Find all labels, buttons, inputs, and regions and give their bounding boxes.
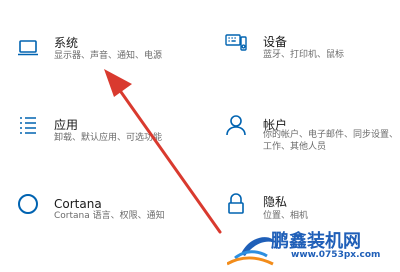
keyboard-devices-icon [224, 31, 248, 55]
tile-description: 蓝牙、打印机、鼠标 [263, 50, 345, 60]
tile-description: 位置、相机 [263, 211, 309, 221]
settings-tile-apps[interactable]: 应用 卸载、默认应用、可选功能 [0, 95, 210, 175]
person-icon [224, 113, 248, 137]
apps-list-icon [16, 113, 40, 137]
cortana-circle-icon [16, 192, 40, 216]
laptop-icon [16, 36, 40, 60]
settings-tile-devices[interactable]: 设备 蓝牙、打印机、鼠标 [210, 0, 400, 80]
tile-description: Cortana 语言、权限、通知 [54, 211, 165, 221]
settings-tile-accounts[interactable]: 帐户 你的帐户、电子邮件、同步设置、工作、其他人员 [210, 95, 400, 175]
tile-title: 应用 [54, 118, 79, 132]
settings-tile-privacy[interactable]: 隐私 位置、相机 [210, 180, 400, 260]
tile-description: 卸载、默认应用、可选功能 [54, 133, 163, 143]
tile-title: Cortana [54, 197, 102, 211]
settings-tile-system[interactable]: 系统 显示器、声音、通知、电源 [0, 0, 210, 80]
tile-description: 显示器、声音、通知、电源 [54, 51, 163, 61]
lock-icon [224, 192, 248, 216]
tile-title: 系统 [54, 36, 79, 50]
tile-title: 隐私 [263, 195, 288, 209]
settings-tile-cortana[interactable]: Cortana Cortana 语言、权限、通知 [0, 180, 210, 260]
tile-description: 你的帐户、电子邮件、同步设置、工作、其他人员 [263, 130, 399, 152]
tile-title: 设备 [263, 35, 288, 49]
